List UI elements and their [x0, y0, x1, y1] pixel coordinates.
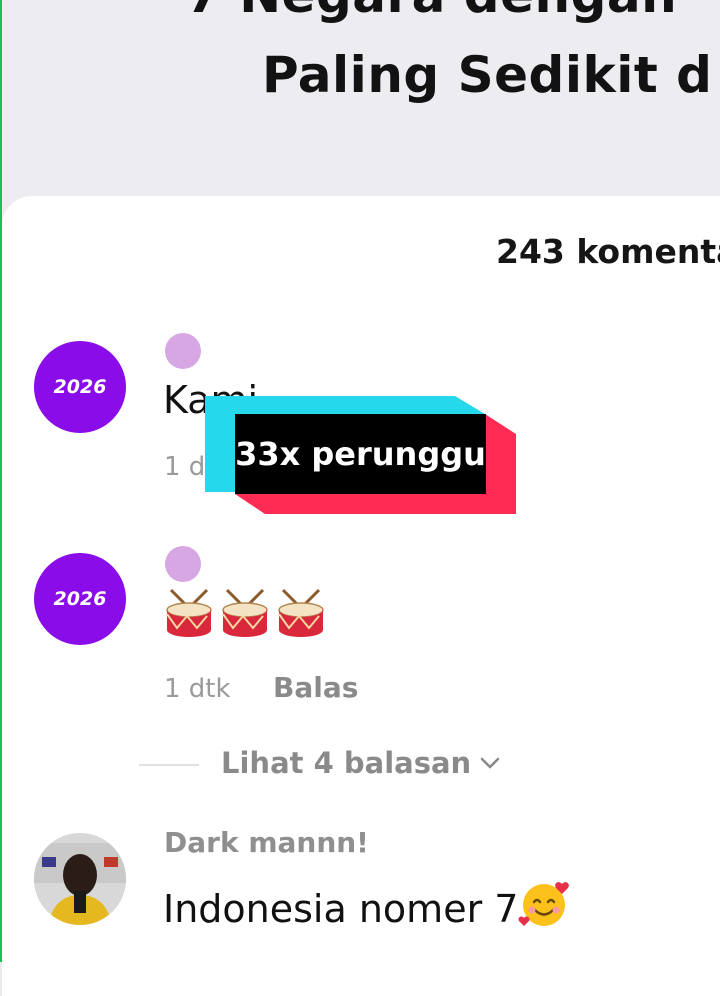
view-replies-button[interactable]: Lihat 4 balasan [221, 746, 501, 780]
screen-edge-bar [0, 0, 2, 962]
avatar[interactable] [34, 833, 126, 925]
comment-time: 1 d [164, 452, 206, 482]
avatar[interactable]: 2026 [34, 341, 126, 433]
divider [139, 764, 199, 766]
user-badge-dot [165, 333, 201, 369]
avatar-label: 2026 [53, 588, 107, 610]
smiling-face-with-hearts-icon [518, 882, 570, 926]
chevron-down-icon [480, 757, 500, 769]
comment-username[interactable]: Dark mannn! [164, 826, 369, 859]
caption-overlay-text: 33x perunggu [235, 414, 486, 494]
comments-count: 243 komenta [496, 232, 720, 271]
drum-icon [166, 588, 212, 637]
video-title-line-1: 7 Negara dengan [186, 0, 677, 24]
comment-text-row: Indonesia nomer 7 [163, 878, 570, 931]
user-badge-dot [165, 546, 201, 582]
video-header: 7 Negara dengan Paling Sedikit d [0, 0, 720, 215]
avatar[interactable]: 2026 [34, 553, 126, 645]
comment-text: Indonesia nomer 7 [163, 887, 519, 931]
drum-icon [278, 588, 324, 637]
view-replies-label: Lihat 4 balasan [221, 746, 472, 780]
comment-time: 1 dtk [164, 674, 231, 704]
drum-icon [222, 588, 268, 637]
avatar-label: 2026 [53, 376, 107, 398]
avatar-photo [34, 833, 126, 925]
reply-button[interactable]: Balas [273, 671, 358, 704]
comment-emoji-row [163, 588, 327, 640]
video-title-line-2: Paling Sedikit d [262, 46, 713, 104]
